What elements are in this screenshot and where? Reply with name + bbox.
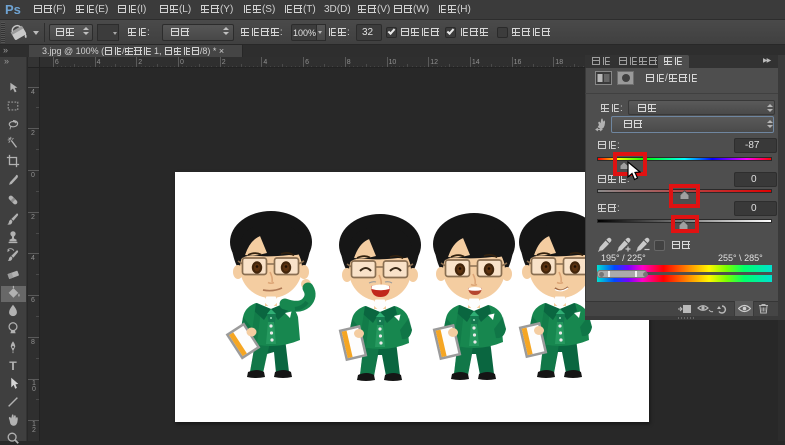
svg-text:T: T bbox=[9, 359, 17, 372]
